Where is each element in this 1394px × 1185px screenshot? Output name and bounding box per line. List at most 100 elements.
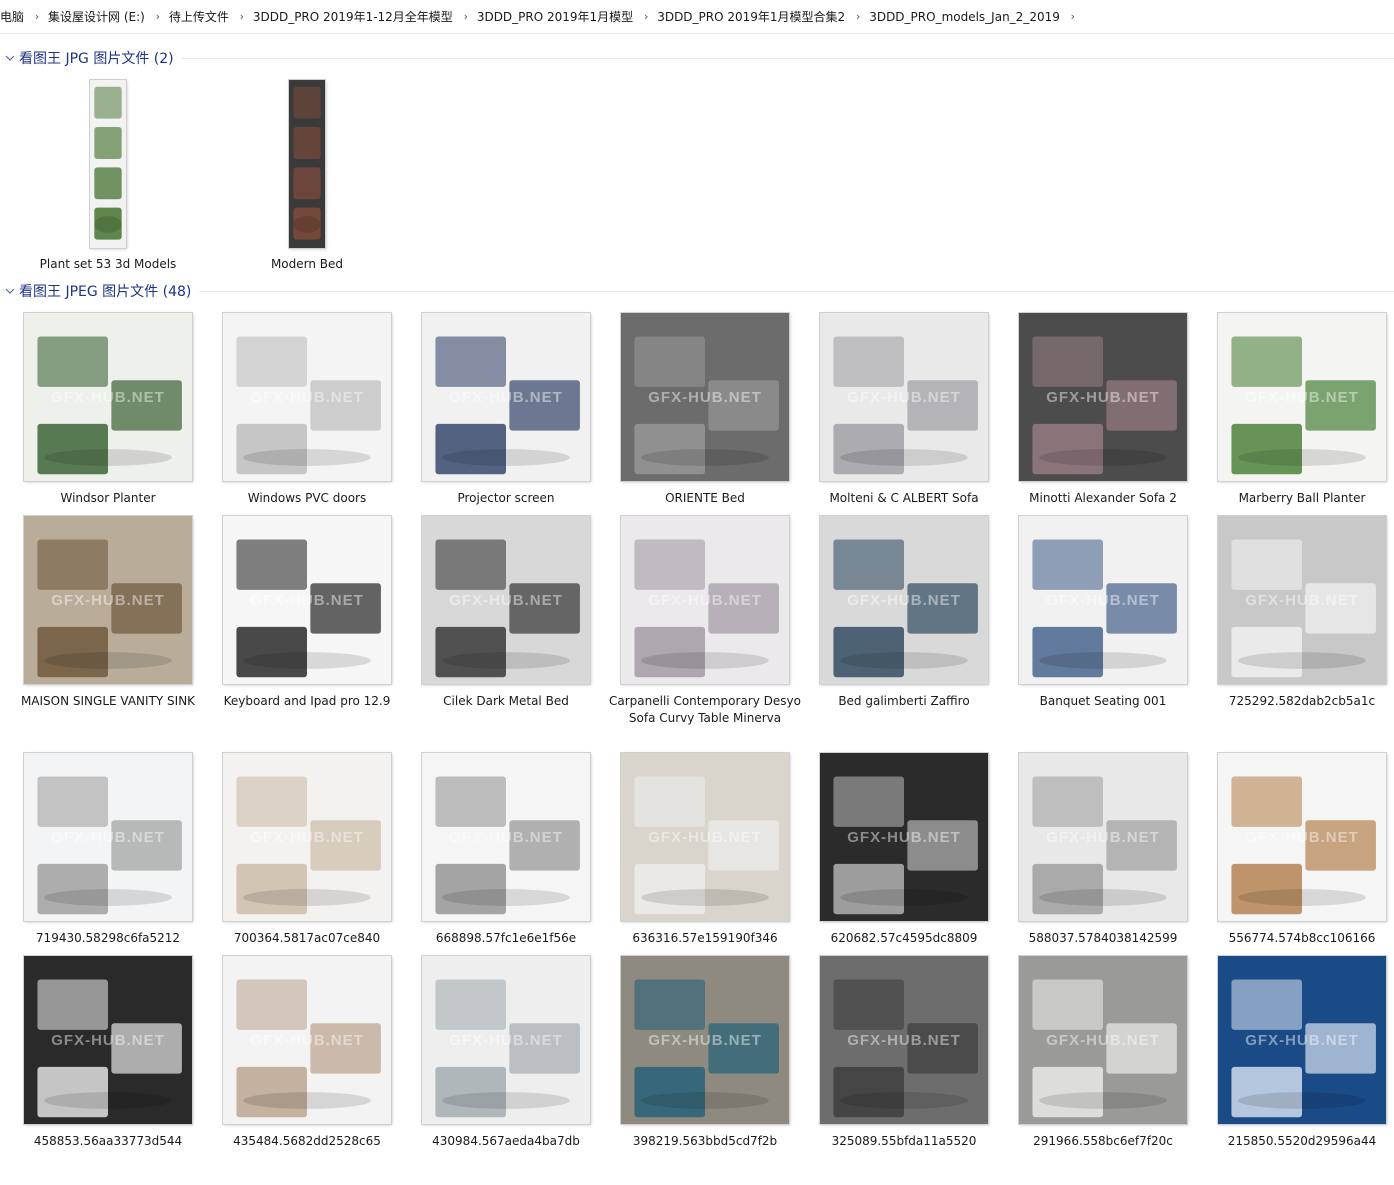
- thumbnail-image: GFX-HUB.NET: [1218, 516, 1386, 684]
- file-name: Banquet Seating 001: [1039, 694, 1167, 708]
- thumbnail-image: GFX-HUB.NET: [1218, 956, 1386, 1124]
- file-item[interactable]: GFX-HUB.NET 668898.57fc1e6e1f56e: [408, 753, 604, 982]
- file-item[interactable]: GFX-HUB.NET Cilek Dark Metal Bed: [408, 516, 604, 745]
- file-item[interactable]: GFX-HUB.NET Projector screen: [408, 313, 604, 542]
- thumbnail-image: GFX-HUB.NET: [621, 753, 789, 921]
- thumbnail-image: GFX-HUB.NET: [621, 313, 789, 481]
- file-name: ORIENTE Bed: [665, 491, 745, 505]
- file-name: 398219.563bbd5cd7f2b: [632, 1134, 778, 1148]
- file-item[interactable]: GFX-HUB.NET 458853.56aa33773d544: [10, 956, 206, 1185]
- file-item[interactable]: GFX-HUB.NET MAISON SINGLE VANITY SINK: [10, 516, 206, 745]
- breadcrumb: 电脑 › 集设屋设计网 (E:) › 待上传文件 › 3DDD_PRO 2019年1-12月…: [0, 0, 1394, 34]
- thumbnail-image: GFX-HUB.NET: [820, 313, 988, 481]
- file-name: Marberry Ball Planter: [1238, 491, 1366, 505]
- file-name: Minotti Alexander Sofa 2: [1029, 491, 1177, 505]
- file-item[interactable]: GFX-HUB.NET 430984.567aeda4ba7db: [408, 956, 604, 1185]
- thumbnail-image: GFX-HUB.NET: [621, 516, 789, 684]
- file-item[interactable]: GFX-HUB.NET ORIENTE Bed: [607, 313, 803, 542]
- file-name: Windsor Planter: [60, 491, 156, 505]
- file-name: 458853.56aa33773d544: [33, 1134, 183, 1148]
- file-item[interactable]: Plant set 53 3d Models: [10, 80, 206, 308]
- file-name: Projector screen: [457, 491, 555, 505]
- file-name: 556774.574b8cc106166: [1228, 931, 1376, 945]
- file-item[interactable]: GFX-HUB.NET 725292.582dab2cb5a1c: [1204, 516, 1394, 745]
- thumbnail-image: GFX-HUB.NET: [1218, 313, 1386, 481]
- breadcrumb-item[interactable]: 3DDD_PRO 2019年1月模型: [477, 8, 635, 25]
- file-name: Molteni & C ALBERT Sofa: [829, 491, 979, 505]
- thumbnail-image: GFX-HUB.NET: [422, 956, 590, 1124]
- file-name: Keyboard and Ipad pro 12.9: [223, 694, 391, 708]
- chevron-right-icon[interactable]: ›: [147, 10, 169, 23]
- file-name: 700364.5817ac07ce840: [233, 931, 381, 945]
- thumbnail-image: GFX-HUB.NET: [820, 753, 988, 921]
- file-item[interactable]: GFX-HUB.NET Minotti Alexander Sofa 2: [1005, 313, 1201, 542]
- breadcrumb-item[interactable]: 待上传文件: [169, 8, 231, 25]
- group-header[interactable]: 看图王 JPEG 图片文件 (48): [0, 280, 1394, 302]
- breadcrumb-item[interactable]: 集设屋设计网 (E:): [48, 8, 147, 25]
- file-item[interactable]: GFX-HUB.NET 398219.563bbd5cd7f2b: [607, 956, 803, 1185]
- file-item[interactable]: GFX-HUB.NET Marberry Ball Planter: [1204, 313, 1394, 542]
- file-item[interactable]: GFX-HUB.NET 700364.5817ac07ce840: [209, 753, 405, 982]
- thumbnail-image: GFX-HUB.NET: [24, 956, 192, 1124]
- file-item[interactable]: GFX-HUB.NET Windsor Planter: [10, 313, 206, 542]
- thumbnail-image: GFX-HUB.NET: [820, 956, 988, 1124]
- thumbnail-image: GFX-HUB.NET: [24, 516, 192, 684]
- file-name: 725292.582dab2cb5a1c: [1228, 694, 1376, 708]
- file-name: 588037.5784038142599: [1028, 931, 1178, 945]
- thumbnail-image: GFX-HUB.NET: [223, 753, 391, 921]
- file-item[interactable]: GFX-HUB.NET 620682.57c4595dc8809: [806, 753, 1002, 982]
- chevron-right-icon[interactable]: ›: [1062, 10, 1084, 23]
- file-item[interactable]: Modern Bed: [209, 80, 405, 308]
- file-item[interactable]: GFX-HUB.NET Keyboard and Ipad pro 12.9: [209, 516, 405, 745]
- chevron-right-icon[interactable]: ›: [26, 10, 48, 23]
- breadcrumb-item[interactable]: 3DDD_PRO 2019年1-12月全年模型: [253, 8, 455, 25]
- thumbnail-image: GFX-HUB.NET: [24, 753, 192, 921]
- thumbnail-image: GFX-HUB.NET: [820, 516, 988, 684]
- thumbnail-image: GFX-HUB.NET: [422, 516, 590, 684]
- thumbnail-image: [289, 80, 325, 248]
- thumbnail-image: GFX-HUB.NET: [1019, 516, 1187, 684]
- file-item[interactable]: GFX-HUB.NET 215850.5520d29596a44: [1204, 956, 1394, 1185]
- thumbnail-image: GFX-HUB.NET: [223, 956, 391, 1124]
- file-item[interactable]: GFX-HUB.NET Carpanelli Contemporary Desyo…: [607, 516, 803, 745]
- file-item[interactable]: GFX-HUB.NET 636316.57e159190f346: [607, 753, 803, 982]
- file-name: 430984.567aeda4ba7db: [432, 1134, 580, 1148]
- thumbnail-image: GFX-HUB.NET: [1019, 313, 1187, 481]
- file-item[interactable]: GFX-HUB.NET 325089.55bfda11a5520: [806, 956, 1002, 1185]
- group-title: 看图王 JPEG 图片文件 (48): [19, 284, 192, 300]
- breadcrumb-item[interactable]: 3DDD_PRO 2019年1月模型合集2: [657, 8, 847, 25]
- file-name: MAISON SINGLE VANITY SINK: [20, 694, 196, 708]
- file-name: 668898.57fc1e6e1f56e: [435, 931, 577, 945]
- file-name: 325089.55bfda11a5520: [831, 1134, 977, 1148]
- file-name: Windows PVC doors: [247, 491, 367, 505]
- thumbnail-image: GFX-HUB.NET: [24, 313, 192, 481]
- file-item[interactable]: GFX-HUB.NET Molteni & C ALBERT Sofa: [806, 313, 1002, 542]
- file-name: Bed galimberti Zaffiro: [838, 694, 970, 708]
- chevron-right-icon[interactable]: ›: [231, 10, 253, 23]
- file-item[interactable]: GFX-HUB.NET Windows PVC doors: [209, 313, 405, 542]
- file-item[interactable]: GFX-HUB.NET 291966.558bc6ef7f20c: [1005, 956, 1201, 1185]
- chevron-down-icon[interactable]: [2, 50, 18, 66]
- thumbnail-image: GFX-HUB.NET: [1019, 753, 1187, 921]
- file-item[interactable]: GFX-HUB.NET 556774.574b8cc106166: [1204, 753, 1394, 982]
- thumbnail-image: GFX-HUB.NET: [621, 956, 789, 1124]
- file-name: 636316.57e159190f346: [632, 931, 778, 945]
- breadcrumb-item[interactable]: 3DDD_PRO_models_Jan_2_2019: [869, 10, 1062, 24]
- thumbnail-image: GFX-HUB.NET: [223, 313, 391, 481]
- file-item[interactable]: GFX-HUB.NET 719430.58298c6fa5212: [10, 753, 206, 982]
- chevron-down-icon[interactable]: [2, 283, 18, 299]
- thumbnail-image: GFX-HUB.NET: [422, 313, 590, 481]
- breadcrumb-item[interactable]: 电脑: [0, 8, 26, 25]
- chevron-right-icon[interactable]: ›: [635, 10, 657, 23]
- file-item[interactable]: GFX-HUB.NET Bed galimberti Zaffiro: [806, 516, 1002, 745]
- chevron-right-icon[interactable]: ›: [847, 10, 869, 23]
- file-name: 215850.5520d29596a44: [1227, 1134, 1377, 1148]
- thumbnail-image: [90, 80, 126, 248]
- file-item[interactable]: GFX-HUB.NET Banquet Seating 001: [1005, 516, 1201, 745]
- thumbnail-image: GFX-HUB.NET: [223, 516, 391, 684]
- thumbnail-image: GFX-HUB.NET: [1019, 956, 1187, 1124]
- chevron-right-icon[interactable]: ›: [455, 10, 477, 23]
- group-header[interactable]: 看图王 JPG 图片文件 (2): [0, 47, 1394, 69]
- file-item[interactable]: GFX-HUB.NET 435484.5682dd2528c65: [209, 956, 405, 1185]
- file-item[interactable]: GFX-HUB.NET 588037.5784038142599: [1005, 753, 1201, 982]
